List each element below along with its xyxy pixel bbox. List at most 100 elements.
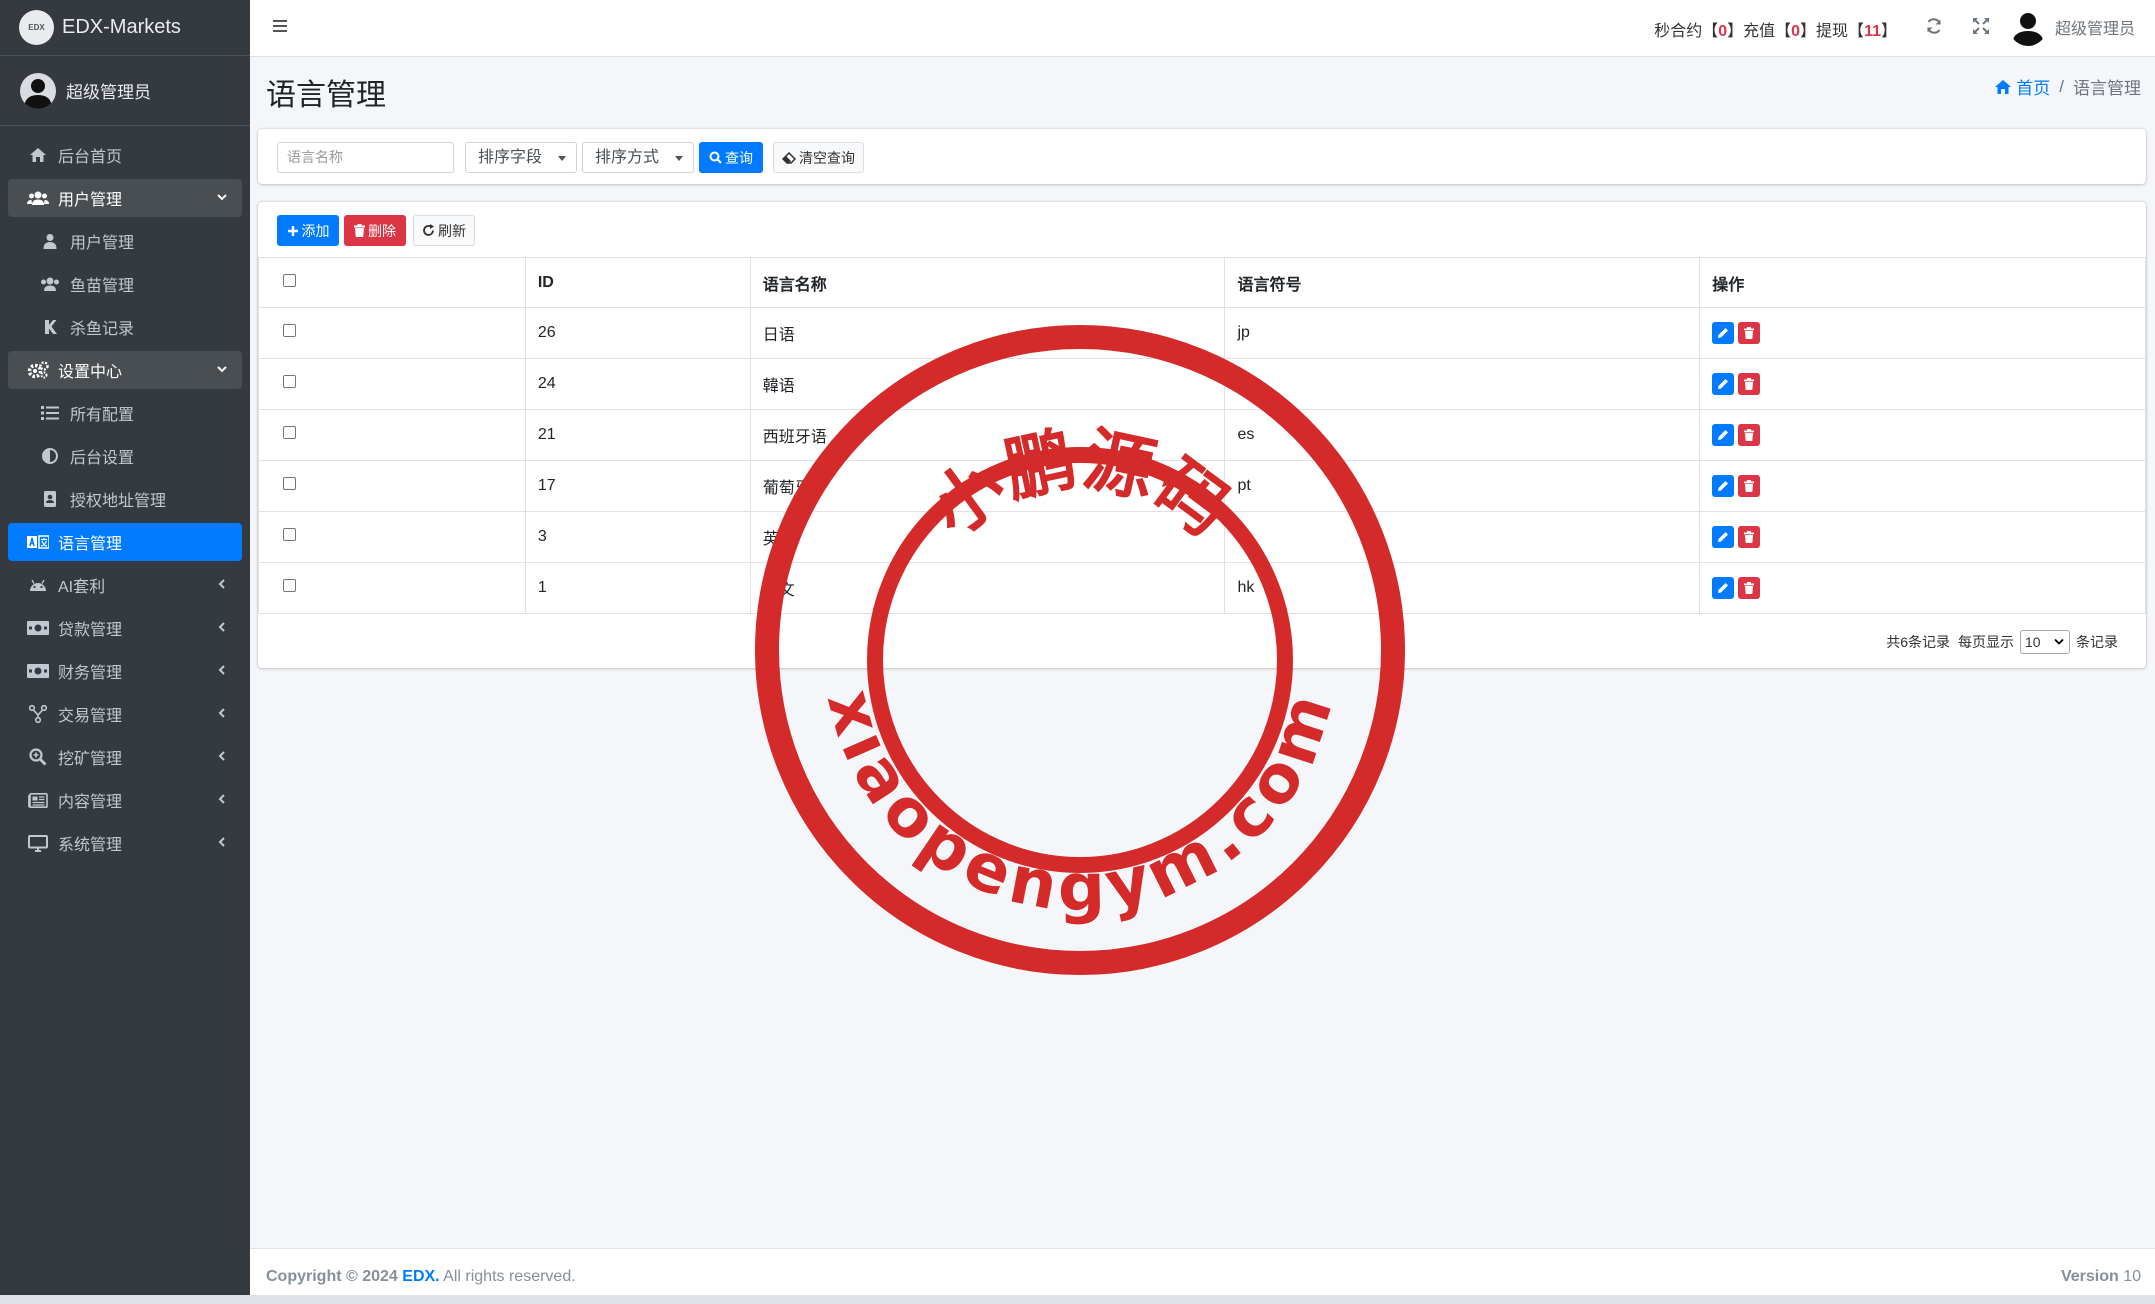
select-all-checkbox[interactable] [283, 273, 296, 287]
row-checkbox[interactable] [283, 579, 296, 592]
sidebar-item-finance[interactable]: 财务管理 [8, 652, 242, 690]
pencil-icon [1718, 430, 1729, 440]
cell-symbol [1224, 358, 1701, 410]
footer-brand-link[interactable]: EDX. [402, 1268, 439, 1285]
cell-name: 英文 [749, 511, 1226, 563]
clear-query-button[interactable]: 清空查询 [773, 142, 864, 173]
column-header-id[interactable]: ID [524, 257, 751, 308]
stat-withdraw-count: 11 [1864, 23, 1881, 40]
page-size-select[interactable]: 10 [2020, 630, 2070, 654]
home-icon [1994, 79, 2012, 95]
sort-order-select[interactable]: 排序方式 [582, 142, 694, 173]
chevron-down-icon [216, 363, 228, 375]
rights-text: All rights reserved. [439, 1268, 576, 1285]
sidebar-item-all-config[interactable]: 所有配置 [8, 394, 242, 432]
sidebar-item-settings-center[interactable]: 设置中心 [8, 351, 242, 389]
delete-button[interactable]: 删除 [344, 215, 406, 246]
row-checkbox[interactable] [283, 375, 296, 388]
menu-toggle-icon[interactable] [272, 18, 288, 34]
breadcrumb: 首页 / 语言管理 [1994, 74, 2141, 99]
column-header-symbol[interactable]: 语言符号 [1224, 257, 1701, 308]
column-header-name[interactable]: 语言名称 [749, 257, 1226, 308]
delete-button-label: 删除 [368, 222, 396, 239]
row-checkbox[interactable] [283, 426, 296, 439]
row-checkbox-cell [258, 562, 526, 614]
pagination: 共6条记录 每页显示 10 条记录 [1886, 630, 2118, 654]
cell-symbol: hk [1224, 562, 1701, 614]
sidebar-item-ai-arbitrage[interactable]: AI套利 [8, 566, 242, 604]
select-all-cell [258, 257, 526, 308]
trash-icon [354, 224, 368, 237]
brand[interactable]: EDX EDX-Markets [0, 0, 250, 56]
delete-row-button[interactable] [1738, 373, 1761, 395]
fullscreen-icon[interactable] [1972, 17, 1990, 35]
chevron-left-icon [216, 578, 228, 590]
caret-down-icon [558, 156, 566, 161]
refresh-button[interactable]: 刷新 [413, 215, 475, 246]
sidebar-item-system[interactable]: 系统管理 [8, 824, 242, 862]
header-user-menu[interactable]: 超级管理员 [2008, 8, 2135, 46]
stat-label-recharge: 】充值【 [1727, 23, 1792, 40]
sidebar-item-label: 设置中心 [58, 364, 123, 381]
refresh-icon [422, 224, 438, 237]
sidebar-item-kill-records[interactable]: 杀鱼记录 [8, 308, 242, 346]
cell-name: 西班牙语 [749, 409, 1226, 461]
edit-button[interactable] [1712, 475, 1735, 497]
clear-query-button-label: 清空查询 [799, 149, 855, 166]
sidebar-nav: 后台首页 用户管理 用户管理 鱼苗管理 杀鱼记录 设置中心 所有配置 后台设置 … [0, 126, 250, 877]
add-button[interactable]: 添加 [277, 215, 339, 246]
page-size-value: 10 [2025, 634, 2041, 650]
cell-name: 中文 [749, 562, 1226, 614]
refresh-icon[interactable] [1925, 17, 1943, 35]
sidebar-item-users[interactable]: 用户管理 [8, 222, 242, 260]
sidebar-item-fry[interactable]: 鱼苗管理 [8, 265, 242, 303]
row-checkbox[interactable] [283, 477, 296, 490]
sidebar-item-language[interactable]: 语言管理 [8, 523, 242, 561]
breadcrumb-home[interactable]: 首页 [1994, 74, 2050, 99]
edit-button[interactable] [1712, 577, 1735, 599]
sidebar-item-auth-address[interactable]: 授权地址管理 [8, 480, 242, 518]
delete-row-button[interactable] [1738, 322, 1761, 344]
delete-row-button[interactable] [1738, 475, 1761, 497]
row-checkbox-cell [258, 511, 526, 563]
delete-row-button[interactable] [1738, 577, 1761, 599]
adjust-icon [38, 446, 62, 466]
edit-button[interactable] [1712, 526, 1735, 548]
edit-button[interactable] [1712, 424, 1735, 446]
edit-button[interactable] [1712, 322, 1735, 344]
sidebar-item-backend-settings[interactable]: 后台设置 [8, 437, 242, 475]
footer-copyright: Copyright © 2024 EDX. All rights reserve… [266, 1268, 576, 1286]
sidebar-user-name: 超级管理员 [66, 83, 151, 102]
edit-button[interactable] [1712, 373, 1735, 395]
page-title: 语言管理 [266, 79, 386, 112]
row-checkbox[interactable] [283, 324, 296, 337]
user-icon [38, 231, 62, 251]
header-user-name: 超级管理员 [2054, 21, 2135, 38]
sidebar-item-label: 财务管理 [58, 665, 123, 682]
pencil-icon [1718, 328, 1729, 338]
money-icon [26, 618, 50, 638]
sidebar-item-dashboard[interactable]: 后台首页 [8, 136, 242, 174]
sort-field-select[interactable]: 排序字段 [465, 142, 577, 173]
query-button[interactable]: 查询 [699, 142, 763, 173]
cell-name: 日语 [749, 307, 1226, 359]
sidebar-item-content[interactable]: 内容管理 [8, 781, 242, 819]
table-row: 3 英文 [258, 511, 2146, 563]
cell-actions [1699, 562, 2146, 614]
user-panel[interactable]: 超级管理员 [0, 56, 250, 126]
breadcrumb-current: 语言管理 [2073, 79, 2141, 98]
delete-row-button[interactable] [1738, 526, 1761, 548]
cell-actions [1699, 460, 2146, 512]
trash-icon [1744, 429, 1755, 441]
cell-id: 24 [524, 358, 751, 410]
delete-row-button[interactable] [1738, 424, 1761, 446]
sidebar-item-loans[interactable]: 贷款管理 [8, 609, 242, 647]
sidebar-item-mining[interactable]: 挖矿管理 [8, 738, 242, 776]
pencil-icon [1718, 481, 1729, 491]
version-label: Version [2060, 1268, 2119, 1285]
row-checkbox[interactable] [283, 528, 296, 541]
sidebar-item-user-management[interactable]: 用户管理 [8, 179, 242, 217]
sidebar-item-trading[interactable]: 交易管理 [8, 695, 242, 733]
language-name-input[interactable]: 语言名称 [277, 142, 454, 173]
footer-version: Version 10 [2061, 1268, 2141, 1286]
